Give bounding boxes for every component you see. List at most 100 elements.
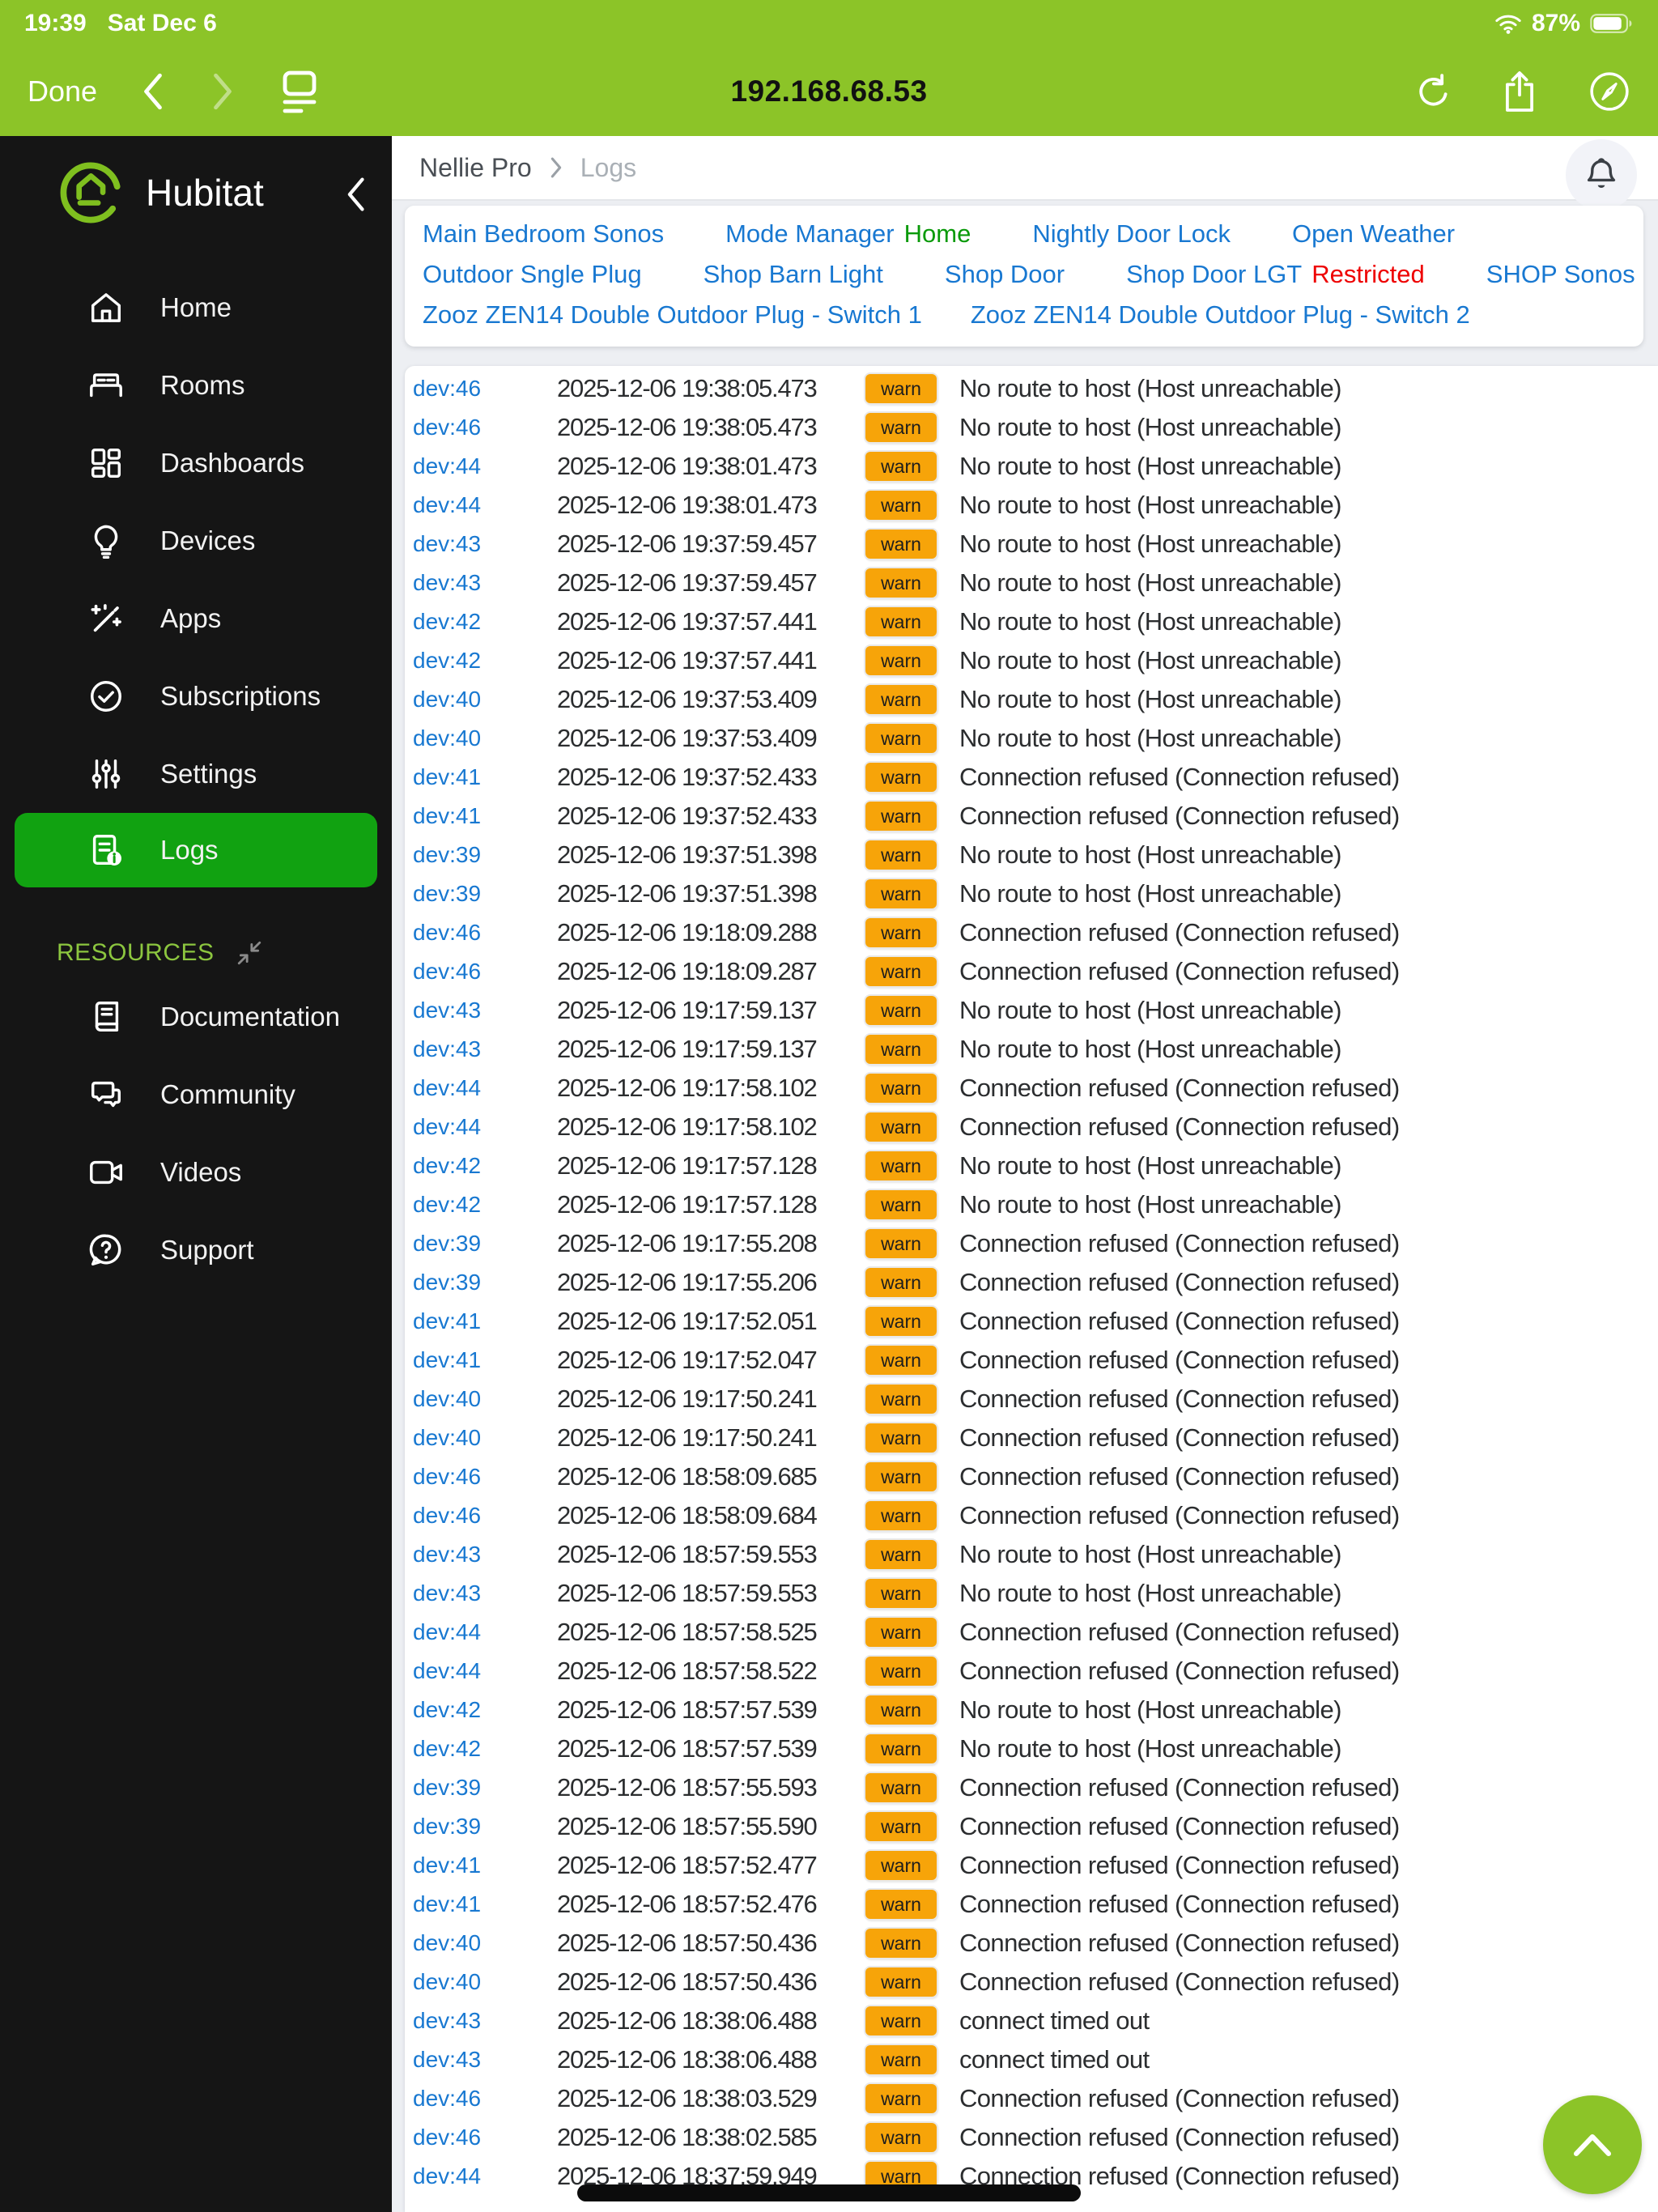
compass-icon[interactable] [1588,70,1630,113]
device-link[interactable]: dev:39 [413,1231,557,1257]
device-link[interactable]: dev:46 [413,376,557,402]
refresh-icon[interactable] [1414,73,1451,110]
sidebar-item-devices[interactable]: Devices [0,502,392,580]
sidebar-item-videos[interactable]: Videos [0,1134,392,1211]
log-level-badge: warn [865,1929,937,1958]
scroll-to-top-button[interactable] [1543,2095,1642,2194]
device-link[interactable]: dev:44 [413,1075,557,1101]
log-filter-item[interactable]: Zooz ZEN14 Double Outdoor Plug - Switch … [971,300,1470,330]
sidebar-item-subscriptions[interactable]: Subscriptions [0,657,392,735]
device-link[interactable]: dev:46 [413,1464,557,1490]
device-link[interactable]: dev:42 [413,1192,557,1218]
device-link[interactable]: dev:44 [413,1658,557,1684]
filter-link[interactable]: Nightly Door Lock [1032,219,1231,249]
sidebar-collapse-icon[interactable] [342,175,369,211]
device-link[interactable]: dev:39 [413,1270,557,1295]
device-link[interactable]: dev:43 [413,998,557,1023]
device-link[interactable]: dev:40 [413,1386,557,1412]
device-link[interactable]: dev:43 [413,2008,557,2034]
url-field[interactable]: 192.168.68.53 [730,74,927,108]
device-link[interactable]: dev:40 [413,1930,557,1956]
sidebar-item-settings[interactable]: Settings [0,735,392,813]
device-link[interactable]: dev:44 [413,453,557,479]
sidebar-item-logs[interactable]: Logs [15,813,377,887]
log-filter-item[interactable]: Shop Barn Light [704,260,883,289]
device-link[interactable]: dev:41 [413,1853,557,1878]
filter-link[interactable]: Open Weather [1292,219,1455,249]
device-link[interactable]: dev:40 [413,1969,557,1995]
device-link[interactable]: dev:41 [413,1308,557,1334]
device-link[interactable]: dev:41 [413,764,557,790]
device-link[interactable]: dev:42 [413,609,557,635]
filter-link[interactable]: Shop Door [945,260,1065,289]
filter-link[interactable]: Outdoor Sngle Plug [423,260,642,289]
filter-link[interactable]: SHOP Sonos [1486,260,1635,289]
device-link[interactable]: dev:46 [413,415,557,440]
device-link[interactable]: dev:46 [413,2086,557,2112]
log-filter-item[interactable]: Shop Door LGT Restricted [1126,260,1425,289]
sidebar-item-support[interactable]: Support [0,1211,392,1289]
device-link[interactable]: dev:43 [413,531,557,557]
device-link[interactable]: dev:43 [413,1036,557,1062]
filter-link[interactable]: Zooz ZEN14 Double Outdoor Plug - Switch … [971,300,1470,330]
log-filter-item[interactable]: Shop Door [945,260,1065,289]
device-link[interactable]: dev:44 [413,492,557,518]
sidebar-item-documentation[interactable]: Documentation [0,978,392,1056]
back-icon[interactable] [139,72,167,111]
breadcrumb-hub-name[interactable]: Nellie Pro [419,153,532,183]
device-link[interactable]: dev:46 [413,1503,557,1529]
device-link[interactable]: dev:44 [413,1114,557,1140]
device-link[interactable]: dev:42 [413,1736,557,1762]
device-link[interactable]: dev:40 [413,1425,557,1451]
log-filter-item[interactable]: Outdoor Sngle Plug [423,260,642,289]
device-link[interactable]: dev:43 [413,2047,557,2073]
device-link[interactable]: dev:40 [413,725,557,751]
filter-link[interactable]: Mode Manager [725,219,895,249]
device-link[interactable]: dev:42 [413,1697,557,1723]
log-filter-item[interactable]: Main Bedroom Sonos [423,219,664,249]
device-link[interactable]: dev:43 [413,1580,557,1606]
log-filter-item[interactable]: SHOP Sonos [1486,260,1635,289]
done-button[interactable]: Done [28,74,97,108]
sidebar-item-home[interactable]: Home [0,269,392,347]
device-link[interactable]: dev:40 [413,687,557,713]
sidebar-item-community[interactable]: Community [0,1056,392,1134]
log-level-badge: warn [865,1268,937,1297]
filter-link[interactable]: Shop Door LGT [1126,260,1302,289]
device-link[interactable]: dev:42 [413,1153,557,1179]
device-link[interactable]: dev:44 [413,1619,557,1645]
log-row: dev:39 2025-12-06 19:17:55.208 warn Conn… [405,1224,1658,1263]
collapse-resources-icon[interactable] [236,939,263,967]
sidebar-item-apps[interactable]: Apps [0,580,392,657]
log-level-badge: warn [865,568,937,598]
filter-link[interactable]: Zooz ZEN14 Double Outdoor Plug - Switch … [423,300,922,330]
device-link[interactable]: dev:39 [413,881,557,907]
forward-icon[interactable] [209,72,236,111]
log-filter-item[interactable]: Open Weather [1292,219,1455,249]
sidebar-toggle-icon[interactable] [278,68,321,115]
log-filter-item[interactable]: Mode Manager Home [725,219,971,249]
device-link[interactable]: dev:39 [413,1775,557,1801]
log-message: Connection refused (Connection refused) [959,1851,1400,1879]
device-link[interactable]: dev:46 [413,959,557,985]
device-link[interactable]: dev:46 [413,920,557,946]
filter-link[interactable]: Main Bedroom Sonos [423,219,664,249]
device-link[interactable]: dev:42 [413,648,557,674]
device-link[interactable]: dev:41 [413,803,557,829]
filter-link[interactable]: Shop Barn Light [704,260,883,289]
device-link[interactable]: dev:39 [413,842,557,868]
device-link[interactable]: dev:46 [413,2125,557,2150]
log-timestamp: 2025-12-06 19:37:59.457 [557,530,818,558]
log-filter-item[interactable]: Zooz ZEN14 Double Outdoor Plug - Switch … [423,300,922,330]
device-link[interactable]: dev:41 [413,1347,557,1373]
sidebar-item-dashboards[interactable]: Dashboards [0,424,392,502]
device-link[interactable]: dev:39 [413,1814,557,1840]
device-link[interactable]: dev:43 [413,570,557,596]
share-icon[interactable] [1501,69,1538,114]
device-link[interactable]: dev:41 [413,1891,557,1917]
log-filter-item[interactable]: Nightly Door Lock [1032,219,1231,249]
notifications-button[interactable] [1566,139,1637,211]
sidebar-item-rooms[interactable]: Rooms [0,347,392,424]
device-link[interactable]: dev:44 [413,2163,557,2189]
device-link[interactable]: dev:43 [413,1542,557,1568]
